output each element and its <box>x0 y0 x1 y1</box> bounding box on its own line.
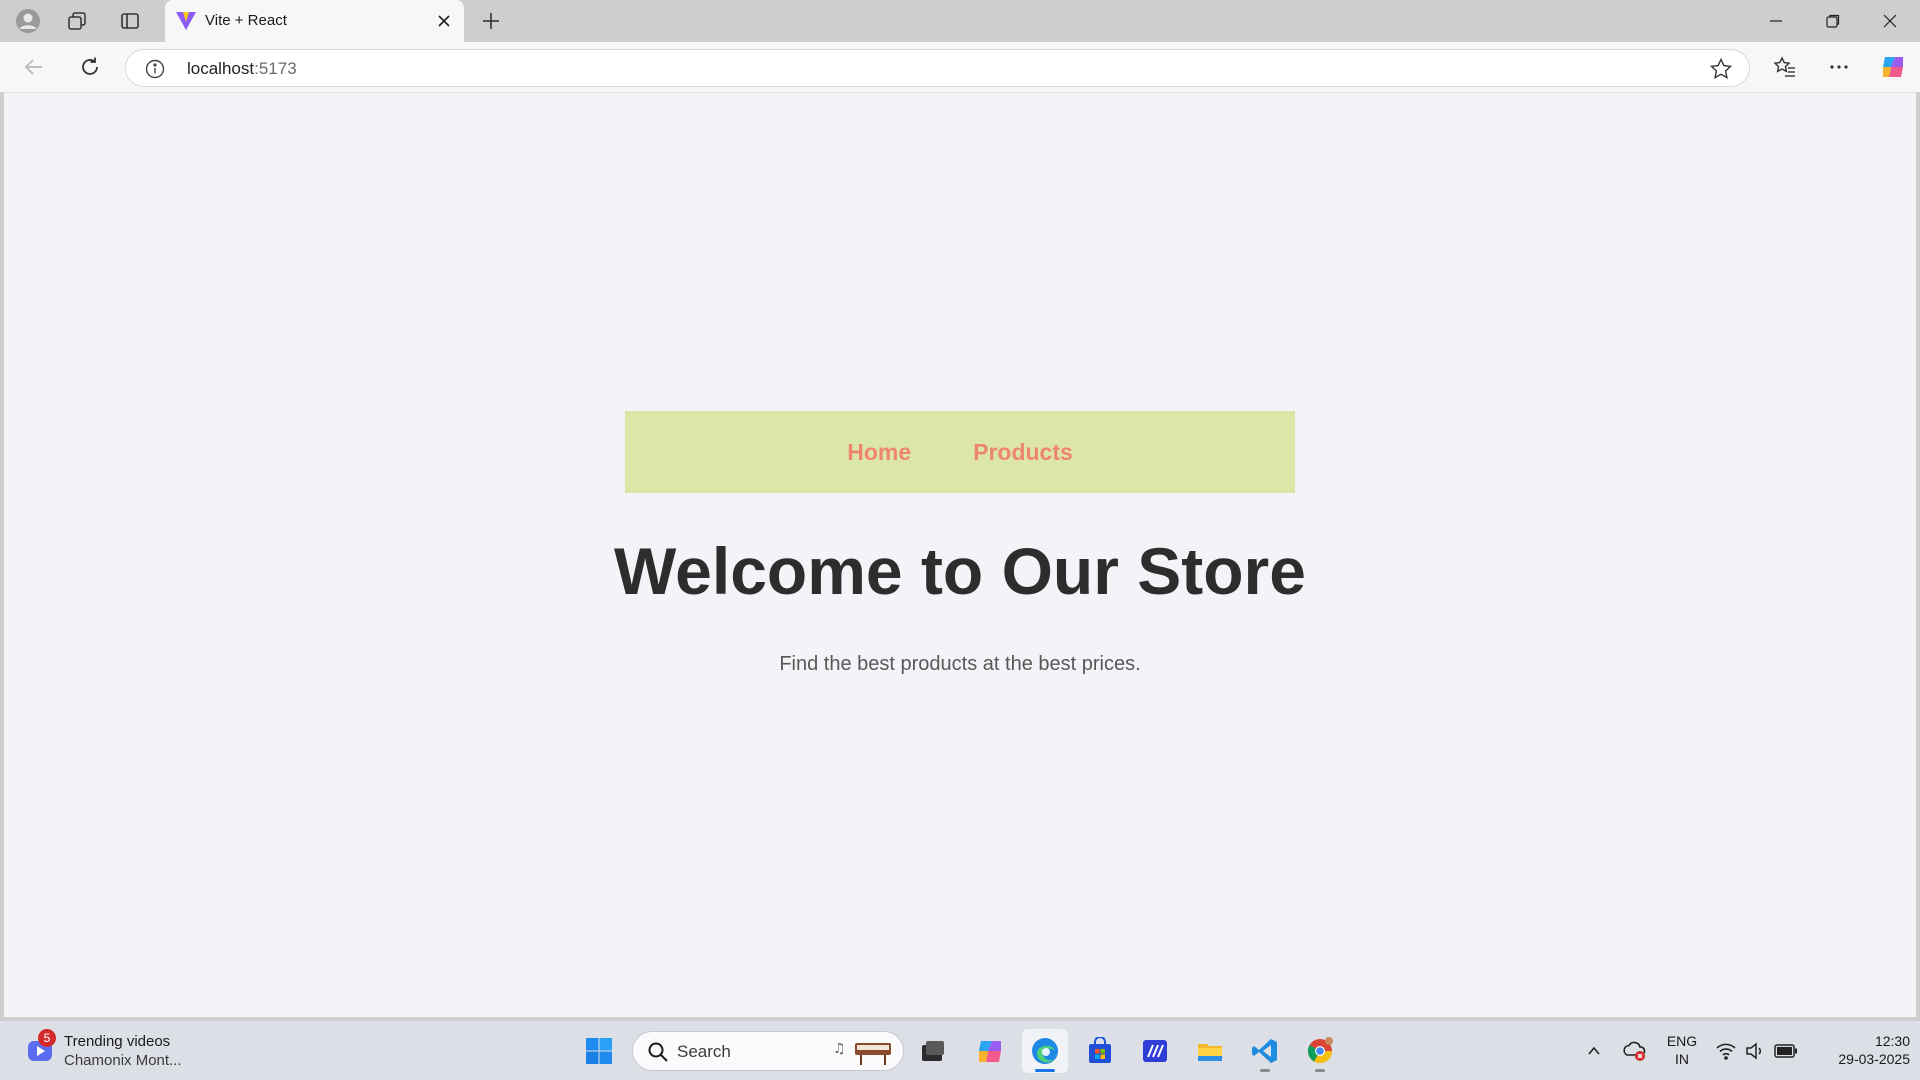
copilot-app-icon[interactable] <box>967 1029 1013 1073</box>
terminal-icon[interactable] <box>1132 1029 1178 1073</box>
profile-icon[interactable] <box>11 6 45 36</box>
file-explorer-icon[interactable] <box>1187 1029 1233 1073</box>
nav-link-home[interactable]: Home <box>847 439 911 466</box>
chevron-up-icon[interactable] <box>1582 1039 1606 1063</box>
more-options-icon[interactable] <box>1821 50 1857 84</box>
clock-date: 29-03-2025 <box>1838 1051 1910 1067</box>
favorites-icon[interactable] <box>1767 50 1803 84</box>
close-tab-icon[interactable] <box>432 9 456 33</box>
task-view-icon[interactable] <box>910 1029 956 1073</box>
language-indicator[interactable]: ENG IN <box>1660 1032 1704 1068</box>
store-icon[interactable] <box>1077 1029 1123 1073</box>
restore-icon[interactable] <box>1805 0 1861 42</box>
wifi-icon[interactable] <box>1714 1039 1738 1063</box>
search-icon <box>647 1041 669 1063</box>
running-app-indicator <box>1315 1069 1325 1072</box>
active-tab[interactable]: Vite + React <box>165 0 464 42</box>
page-title: Welcome to Our Store <box>614 534 1306 608</box>
close-window-icon[interactable] <box>1862 0 1918 42</box>
copilot-icon[interactable] <box>1875 50 1911 84</box>
site-info-icon[interactable] <box>144 58 166 80</box>
edge-icon[interactable] <box>1022 1029 1068 1073</box>
vite-icon <box>175 10 199 32</box>
chrome-icon[interactable] <box>1297 1029 1343 1073</box>
browser-title-bar: Vite + React <box>0 0 1920 42</box>
tab-title: Vite + React <box>205 12 287 29</box>
new-tab-icon[interactable] <box>474 6 508 36</box>
piano-decoration-icon: ♫ <box>831 1035 897 1067</box>
widget-title: Trending videos <box>64 1033 171 1050</box>
vertical-tabs-icon[interactable] <box>113 6 147 36</box>
onedrive-error-icon[interactable] <box>1620 1037 1650 1065</box>
notification-badge: 5 <box>38 1029 56 1047</box>
clock-time: 12:30 <box>1874 1033 1910 1049</box>
workspaces-icon[interactable] <box>60 6 94 36</box>
refresh-icon[interactable] <box>72 50 108 84</box>
widget-subtitle: Chamonix Mont... <box>64 1052 182 1069</box>
svg-text:♫: ♫ <box>833 1041 846 1057</box>
system-clock[interactable]: 12:30 29-03-2025 <box>1800 1032 1910 1068</box>
vscode-icon[interactable] <box>1242 1029 1288 1073</box>
windows-taskbar: 5 Trending videos Chamonix Mont... Searc… <box>0 1020 1920 1080</box>
start-icon[interactable] <box>576 1029 622 1073</box>
language-code: ENG <box>1666 1033 1698 1049</box>
volume-icon[interactable] <box>1743 1039 1767 1063</box>
taskbar-search[interactable]: Search ♫ <box>632 1031 904 1071</box>
news-widget[interactable]: 5 Trending videos Chamonix Mont... <box>22 1029 242 1073</box>
running-app-indicator <box>1260 1069 1270 1072</box>
site-navbar: Home Products <box>625 411 1295 493</box>
nav-link-products[interactable]: Products <box>973 439 1073 466</box>
region-code: IN <box>1675 1051 1689 1067</box>
favorite-star-icon[interactable] <box>1709 57 1733 81</box>
browser-toolbar: localhost:5173 <box>0 42 1920 92</box>
back-arrow-icon[interactable] <box>16 50 52 84</box>
minimize-icon[interactable] <box>1748 0 1804 42</box>
page-subtitle: Find the best products at the best price… <box>779 653 1141 675</box>
url-text[interactable]: localhost:5173 <box>187 59 297 79</box>
battery-icon[interactable] <box>1773 1039 1799 1063</box>
address-bar[interactable]: localhost:5173 <box>125 49 1750 87</box>
page-viewport: Home Products Welcome to Our Store Find … <box>4 92 1916 1017</box>
search-label: Search <box>677 1042 731 1061</box>
active-app-indicator <box>1035 1069 1055 1072</box>
